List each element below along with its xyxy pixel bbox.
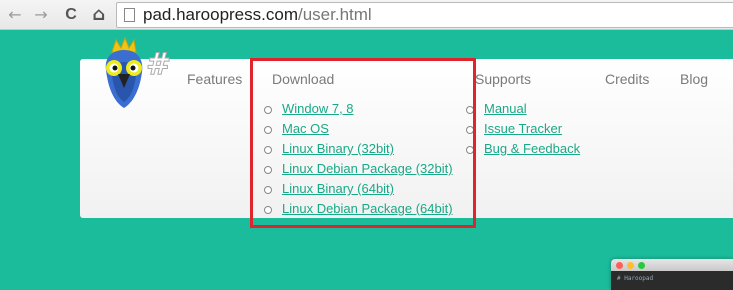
highlight-box [250,58,476,228]
reload-icon[interactable]: C [60,3,82,27]
supports-menu: Manual Issue Tracker Bug & Feedback [461,99,580,159]
manual-link[interactable]: Manual [484,101,527,116]
nav-blog[interactable]: Blog [680,71,708,87]
nav-supports[interactable]: Supports [475,71,531,87]
address-bar[interactable]: pad.haroopress.com/user.html [116,2,733,28]
list-item: Manual [461,99,580,119]
minimize-dot-icon [627,262,634,269]
nav-features[interactable]: Features [187,71,242,87]
page-icon [124,8,135,22]
bug-feedback-link[interactable]: Bug & Feedback [484,141,580,156]
preview-titlebar [611,259,733,271]
nav-credits[interactable]: Credits [605,71,649,87]
haroopad-logo-icon[interactable]: # [98,36,174,110]
app-preview-window: # Haroopad [611,259,733,290]
preview-title: # Haroopad [617,275,654,282]
zoom-dot-icon [638,262,645,269]
home-icon[interactable]: ⌂ [88,3,110,27]
issue-tracker-link[interactable]: Issue Tracker [484,121,562,136]
browser-toolbar: ← → C ⌂ pad.haroopress.com/user.html [0,0,733,30]
forward-arrow-icon[interactable]: → [30,3,52,27]
back-arrow-icon[interactable]: ← [4,3,26,27]
url-host: pad.haroopress.com [143,5,298,24]
list-item: Issue Tracker [461,119,580,139]
list-item: Bug & Feedback [461,139,580,159]
url-path: /user.html [297,5,372,24]
close-dot-icon [616,262,623,269]
logo-hash: # [146,47,171,82]
